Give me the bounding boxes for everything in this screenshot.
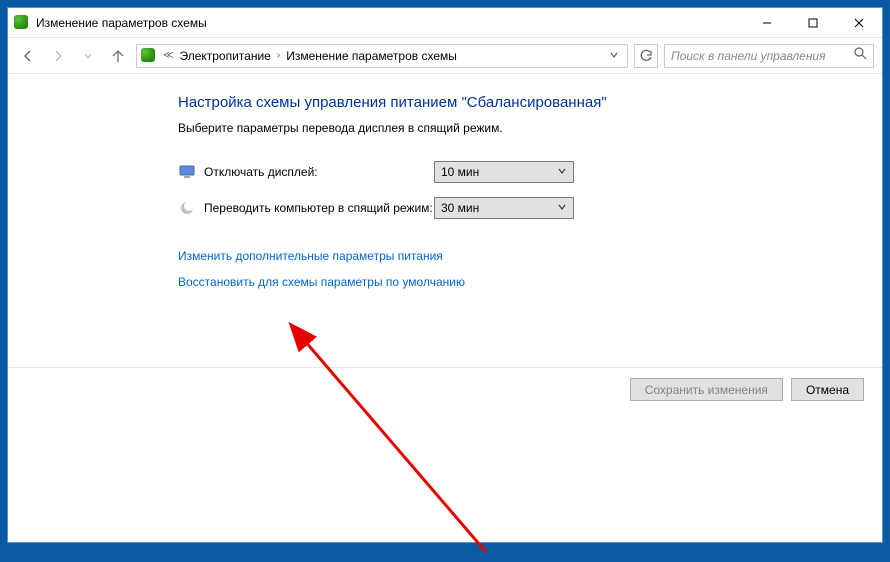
page-subheading: Выберите параметры перевода дисплея в сп…: [178, 121, 882, 135]
address-dropdown-icon[interactable]: [609, 49, 619, 63]
address-bar[interactable]: ≪ Электропитание › Изменение параметров …: [136, 44, 628, 68]
cancel-button[interactable]: Отмена: [791, 378, 864, 401]
save-button[interactable]: Сохранить изменения: [630, 378, 783, 401]
search-input[interactable]: [671, 49, 853, 63]
maximize-button[interactable]: [790, 8, 836, 37]
select-value: 10 мин: [441, 165, 479, 179]
titlebar: Изменение параметров схемы: [8, 8, 882, 38]
page-heading: Настройка схемы управления питанием "Сба…: [178, 94, 882, 111]
refresh-button[interactable]: [634, 44, 658, 68]
navigation-bar: ≪ Электропитание › Изменение параметров …: [8, 38, 882, 74]
button-bar: Сохранить изменения Отмена: [630, 378, 864, 401]
sleep-timeout-select[interactable]: 30 мин: [434, 197, 574, 219]
moon-icon: [178, 199, 196, 217]
link-restore-defaults[interactable]: Восстановить для схемы параметры по умол…: [178, 275, 882, 289]
chevron-down-icon: [557, 165, 567, 179]
divider: [8, 367, 882, 368]
nav-forward-button[interactable]: [46, 44, 70, 68]
monitor-icon: [178, 163, 196, 181]
breadcrumb-separator: ›: [275, 50, 282, 61]
search-box[interactable]: [664, 44, 874, 68]
window-title: Изменение параметров схемы: [36, 16, 207, 30]
breadcrumb-power-options[interactable]: Электропитание: [179, 49, 270, 63]
setting-sleep: Переводить компьютер в спящий режим: 30 …: [178, 197, 882, 219]
annotation-arrow: [286, 322, 516, 562]
select-value: 30 мин: [441, 201, 479, 215]
power-options-icon: [141, 48, 157, 64]
breadcrumb-edit-plan[interactable]: Изменение параметров схемы: [286, 49, 457, 63]
window: Изменение параметров схемы: [7, 7, 883, 543]
links-section: Изменить дополнительные параметры питани…: [178, 249, 882, 289]
link-advanced-settings[interactable]: Изменить дополнительные параметры питани…: [178, 249, 882, 263]
search-icon: [853, 46, 867, 65]
breadcrumb-separator: ≪: [161, 50, 175, 61]
chevron-down-icon: [557, 201, 567, 215]
minimize-button[interactable]: [744, 8, 790, 37]
setting-turn-off-display: Отключать дисплей: 10 мин: [178, 161, 882, 183]
nav-up-button[interactable]: [106, 44, 130, 68]
nav-recent-dropdown[interactable]: [76, 44, 100, 68]
display-timeout-select[interactable]: 10 мин: [434, 161, 574, 183]
nav-back-button[interactable]: [16, 44, 40, 68]
setting-label: Отключать дисплей:: [204, 165, 434, 179]
content-area: Настройка схемы управления питанием "Сба…: [8, 74, 882, 542]
close-button[interactable]: [836, 8, 882, 37]
power-options-icon: [14, 15, 30, 31]
setting-label: Переводить компьютер в спящий режим:: [204, 201, 434, 215]
